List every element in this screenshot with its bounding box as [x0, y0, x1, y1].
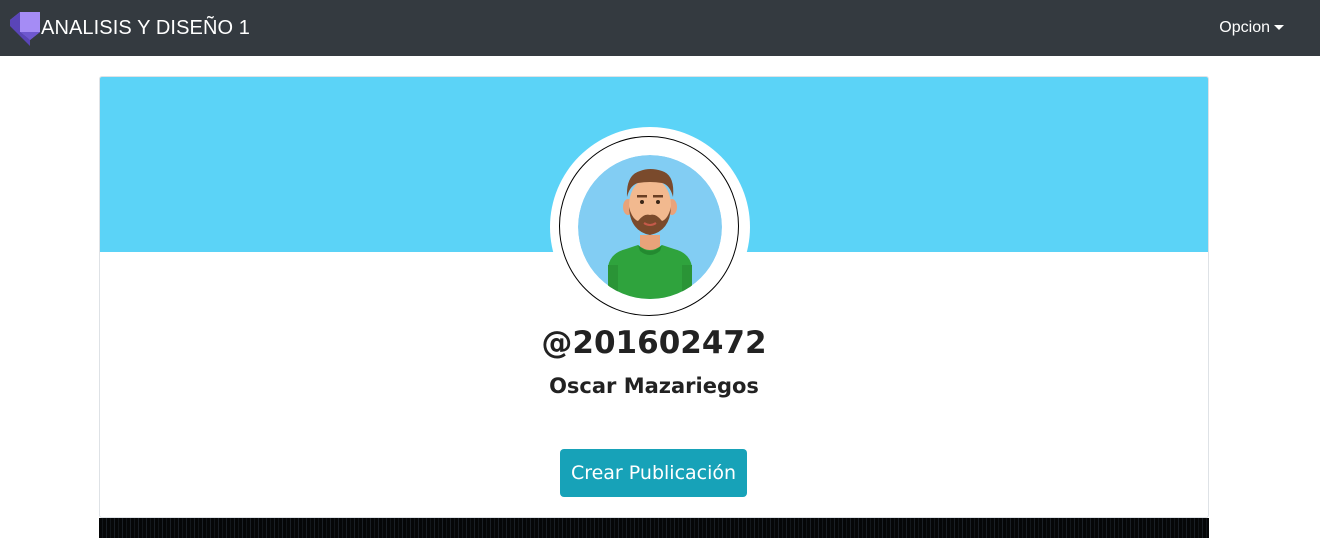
dark-footer-strip	[99, 518, 1209, 538]
caret-down-icon	[1274, 24, 1284, 30]
options-dropdown[interactable]: Opcion	[1219, 14, 1284, 42]
bearded-man-avatar-icon	[578, 155, 722, 299]
username: @201602472	[541, 325, 767, 361]
full-name: Oscar Mazariegos	[549, 374, 759, 398]
options-dropdown-label: Opcion	[1219, 19, 1270, 36]
purple-cube-logo-icon	[10, 12, 40, 46]
top-navbar: ANALISIS Y DISEÑO 1 Opcion	[0, 0, 1320, 56]
create-post-button[interactable]: Crear Publicación	[560, 449, 747, 497]
brand-title: ANALISIS Y DISEÑO 1	[41, 17, 251, 39]
navbar-brand[interactable]: ANALISIS Y DISEÑO 1	[10, 12, 251, 46]
avatar	[550, 127, 750, 327]
profile-card: @201602472 Oscar Mazariegos Crear Public…	[99, 76, 1209, 518]
